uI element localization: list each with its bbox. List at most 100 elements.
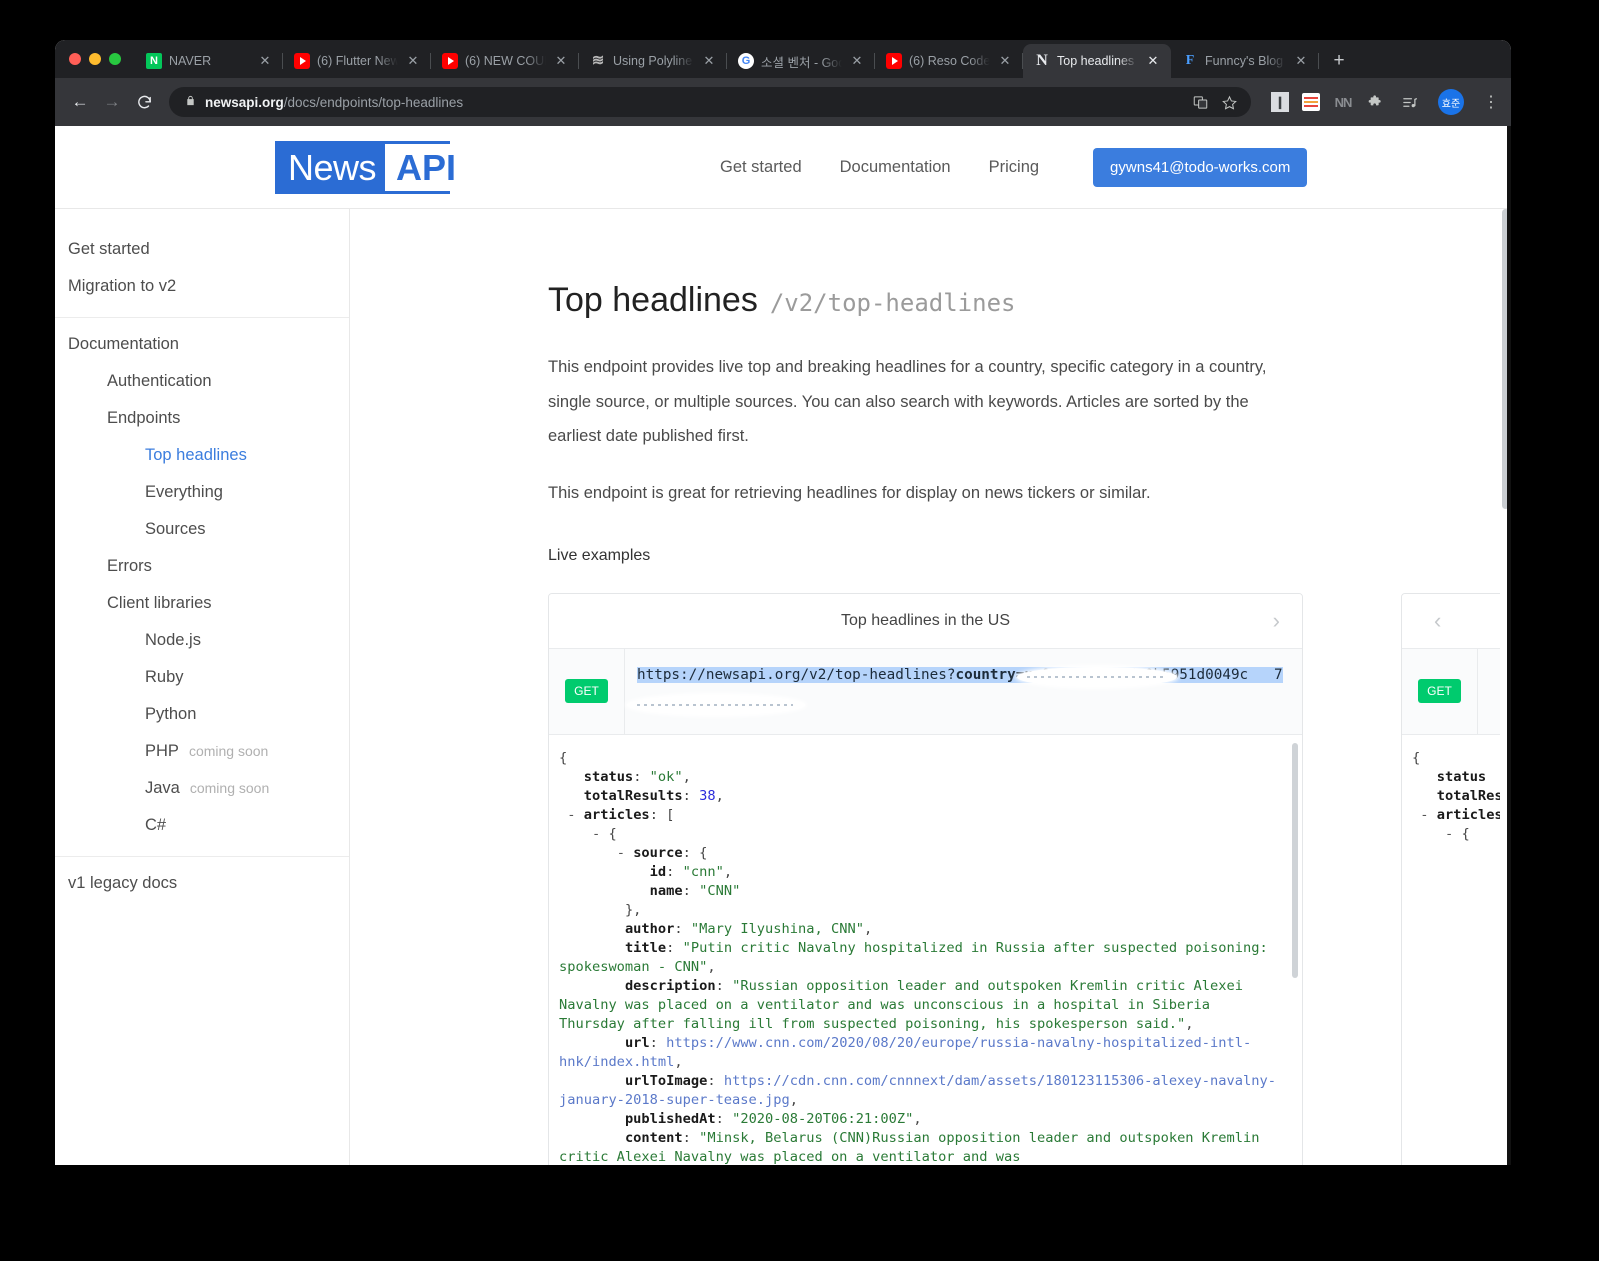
maximize-window-button[interactable] bbox=[109, 53, 121, 65]
white-bar-extension-icon[interactable]: ❙ bbox=[1271, 92, 1289, 112]
lock-icon bbox=[185, 94, 196, 110]
sidebar-item-python[interactable]: Python bbox=[55, 696, 349, 733]
sidebar-item-endpoints[interactable]: Endpoints bbox=[55, 400, 349, 437]
puzzle-extensions-icon[interactable] bbox=[1366, 92, 1386, 112]
json-key-name: name bbox=[649, 882, 683, 899]
browser-tab[interactable]: G 소셜 벤처 - Google ✕ bbox=[727, 44, 875, 78]
sidebar-item-nodejs[interactable]: Node.js bbox=[55, 622, 349, 659]
browser-tab[interactable]: F Funncy's Blog · ✕ bbox=[1171, 44, 1319, 78]
site-nav: Get started Documentation Pricing gywns4… bbox=[720, 126, 1308, 209]
avatar[interactable]: 효준 bbox=[1438, 89, 1464, 115]
extension-icons: ❙ NN 효준 ⋮ bbox=[1261, 89, 1501, 115]
translate-icon[interactable] bbox=[1193, 95, 1208, 110]
sidebar-item-get-started[interactable]: Get started bbox=[55, 231, 349, 268]
json-key-status: status bbox=[583, 768, 634, 785]
tab-close-icon[interactable]: ✕ bbox=[701, 53, 717, 69]
request-url-text[interactable]: https://newsapi.org/v2/top-headlines?cou… bbox=[637, 666, 1283, 683]
json-value-source-id: cnn bbox=[690, 863, 716, 880]
json-collapse-toggle[interactable]: - bbox=[617, 845, 625, 861]
browser-tab[interactable]: ≋ Using Polyline for ✕ bbox=[579, 44, 727, 78]
reload-icon[interactable] bbox=[129, 87, 159, 117]
intro-paragraph-2: This endpoint is great for retrieving he… bbox=[548, 483, 1151, 502]
account-button[interactable]: gywns41@todo-works.com bbox=[1093, 148, 1308, 187]
json-value-publishedat: 2020-08-20T06:21:00Z bbox=[740, 1110, 906, 1127]
minimize-window-button[interactable] bbox=[89, 53, 101, 65]
browser-menu-icon[interactable]: ⋮ bbox=[1481, 92, 1501, 112]
sidebar-item-documentation[interactable]: Documentation bbox=[55, 326, 349, 363]
star-icon[interactable] bbox=[1222, 95, 1237, 110]
json-scrollbar-thumb[interactable] bbox=[1292, 742, 1298, 978]
json-key-urltoimage: urlToImage bbox=[624, 1072, 708, 1089]
sidebar-item-authentication[interactable]: Authentication bbox=[55, 363, 349, 400]
tab-close-icon[interactable]: ✕ bbox=[405, 53, 421, 69]
nav-pricing[interactable]: Pricing bbox=[989, 158, 1039, 177]
example-card-title: Top headlines in the US bbox=[841, 611, 1010, 629]
json-key-description: description bbox=[624, 977, 716, 994]
newsapi-logo[interactable]: News API bbox=[275, 141, 468, 194]
tab-close-icon[interactable]: ✕ bbox=[849, 53, 865, 69]
request-url-column[interactable]: https://newsapi.org/v2/top-headlines?cou… bbox=[625, 649, 1302, 734]
json-collapse-toggle[interactable]: - bbox=[1420, 807, 1428, 823]
json-response-viewer[interactable]: { status: "ok", totalResults: 38, - arti… bbox=[549, 734, 1302, 1165]
sidebar-item-v1-legacy-docs[interactable]: v1 legacy docs bbox=[55, 865, 349, 902]
tab-close-icon[interactable]: ✕ bbox=[553, 53, 569, 69]
api-key-redaction-overlay-2 bbox=[627, 694, 805, 715]
funncy-icon: F bbox=[1185, 53, 1195, 68]
browser-tab-active[interactable]: N Top headlines - Do ✕ bbox=[1023, 44, 1171, 78]
page-title-text: Top headlines bbox=[548, 281, 758, 319]
nav-documentation[interactable]: Documentation bbox=[840, 158, 951, 177]
address-bar[interactable]: newsapi.org/docs/endpoints/top-headlines bbox=[169, 87, 1251, 117]
newsapi-icon: N bbox=[1036, 53, 1048, 69]
tab-close-icon[interactable]: ✕ bbox=[257, 53, 273, 69]
back-icon[interactable]: ← bbox=[65, 87, 95, 117]
tab-title: (6) Reso Coder - Y bbox=[909, 54, 990, 68]
nn-extension-icon[interactable]: NN bbox=[1333, 92, 1353, 112]
playlist-extension-icon[interactable] bbox=[1399, 92, 1419, 112]
address-bar-text: newsapi.org/docs/endpoints/top-headlines bbox=[205, 95, 1184, 110]
tab-title: Top headlines - Do bbox=[1057, 54, 1138, 68]
sidebar-item-errors[interactable]: Errors bbox=[55, 548, 349, 585]
browser-tab-strip: N NAVER ✕ (6) Flutter News A ✕ (6) NEW C… bbox=[55, 40, 1511, 78]
json-key-articles: articles bbox=[583, 806, 650, 823]
sidebar-item-sources[interactable]: Sources bbox=[55, 511, 349, 548]
example-card-header: Top headlines in the US › bbox=[549, 593, 1302, 649]
json-key-author: author bbox=[624, 920, 675, 937]
window-right-edge bbox=[1507, 126, 1511, 1165]
sidebar-item-php[interactable]: PHP coming soon bbox=[55, 733, 349, 770]
json-key-publishedat: publishedAt bbox=[624, 1110, 716, 1127]
browser-tab[interactable]: (6) Flutter News A ✕ bbox=[283, 44, 431, 78]
sidebar-item-top-headlines[interactable]: Top headlines bbox=[55, 437, 349, 474]
json-key-content: content bbox=[624, 1129, 683, 1146]
sidebar-item-label: Java bbox=[145, 779, 180, 797]
browser-tab[interactable]: N NAVER ✕ bbox=[135, 44, 283, 78]
browser-tab[interactable]: (6) NEW COURSE ✕ bbox=[431, 44, 579, 78]
sliders-extension-icon[interactable] bbox=[1302, 93, 1320, 111]
method-column: GET bbox=[549, 648, 625, 734]
forward-icon[interactable]: → bbox=[97, 87, 127, 117]
new-tab-button[interactable]: + bbox=[1325, 47, 1353, 75]
tab-close-icon[interactable]: ✕ bbox=[1293, 53, 1309, 69]
nav-get-started[interactable]: Get started bbox=[720, 158, 802, 177]
tab-close-icon[interactable]: ✕ bbox=[997, 53, 1013, 69]
sidebar-item-everything[interactable]: Everything bbox=[55, 474, 349, 511]
json-value-source-name: CNN bbox=[707, 882, 733, 899]
sidebar-item-ruby[interactable]: Ruby bbox=[55, 659, 349, 696]
sidebar-item-migration-to-v2[interactable]: Migration to v2 bbox=[55, 268, 349, 305]
tab-title: NAVER bbox=[169, 54, 212, 68]
json-key-source: source bbox=[633, 844, 683, 861]
sidebar-item-csharp[interactable]: C# bbox=[55, 807, 349, 844]
sidebar-item-java[interactable]: Java coming soon bbox=[55, 770, 349, 807]
page-title: Top headlines /v2/top-headlines bbox=[548, 281, 1511, 320]
browser-tab[interactable]: (6) Reso Coder - Y ✕ bbox=[875, 44, 1023, 78]
json-collapse-toggle[interactable]: - bbox=[567, 807, 575, 823]
url-path: /docs/endpoints/top-headlines bbox=[283, 94, 464, 110]
chevron-right-icon[interactable]: › bbox=[1273, 608, 1280, 634]
chevron-left-icon[interactable]: ‹ bbox=[1434, 608, 1441, 634]
tab-close-icon[interactable]: ✕ bbox=[1145, 53, 1161, 69]
json-collapse-toggle[interactable]: - bbox=[1445, 826, 1453, 842]
web-page: News API Get started Documentation Prici… bbox=[55, 126, 1511, 1165]
json-collapse-toggle[interactable]: - bbox=[592, 826, 600, 842]
json-response-viewer-next[interactable]: { status totalResults - articles - { bbox=[1402, 734, 1511, 1165]
sidebar-item-client-libraries[interactable]: Client libraries bbox=[55, 585, 349, 622]
close-window-button[interactable] bbox=[69, 53, 81, 65]
